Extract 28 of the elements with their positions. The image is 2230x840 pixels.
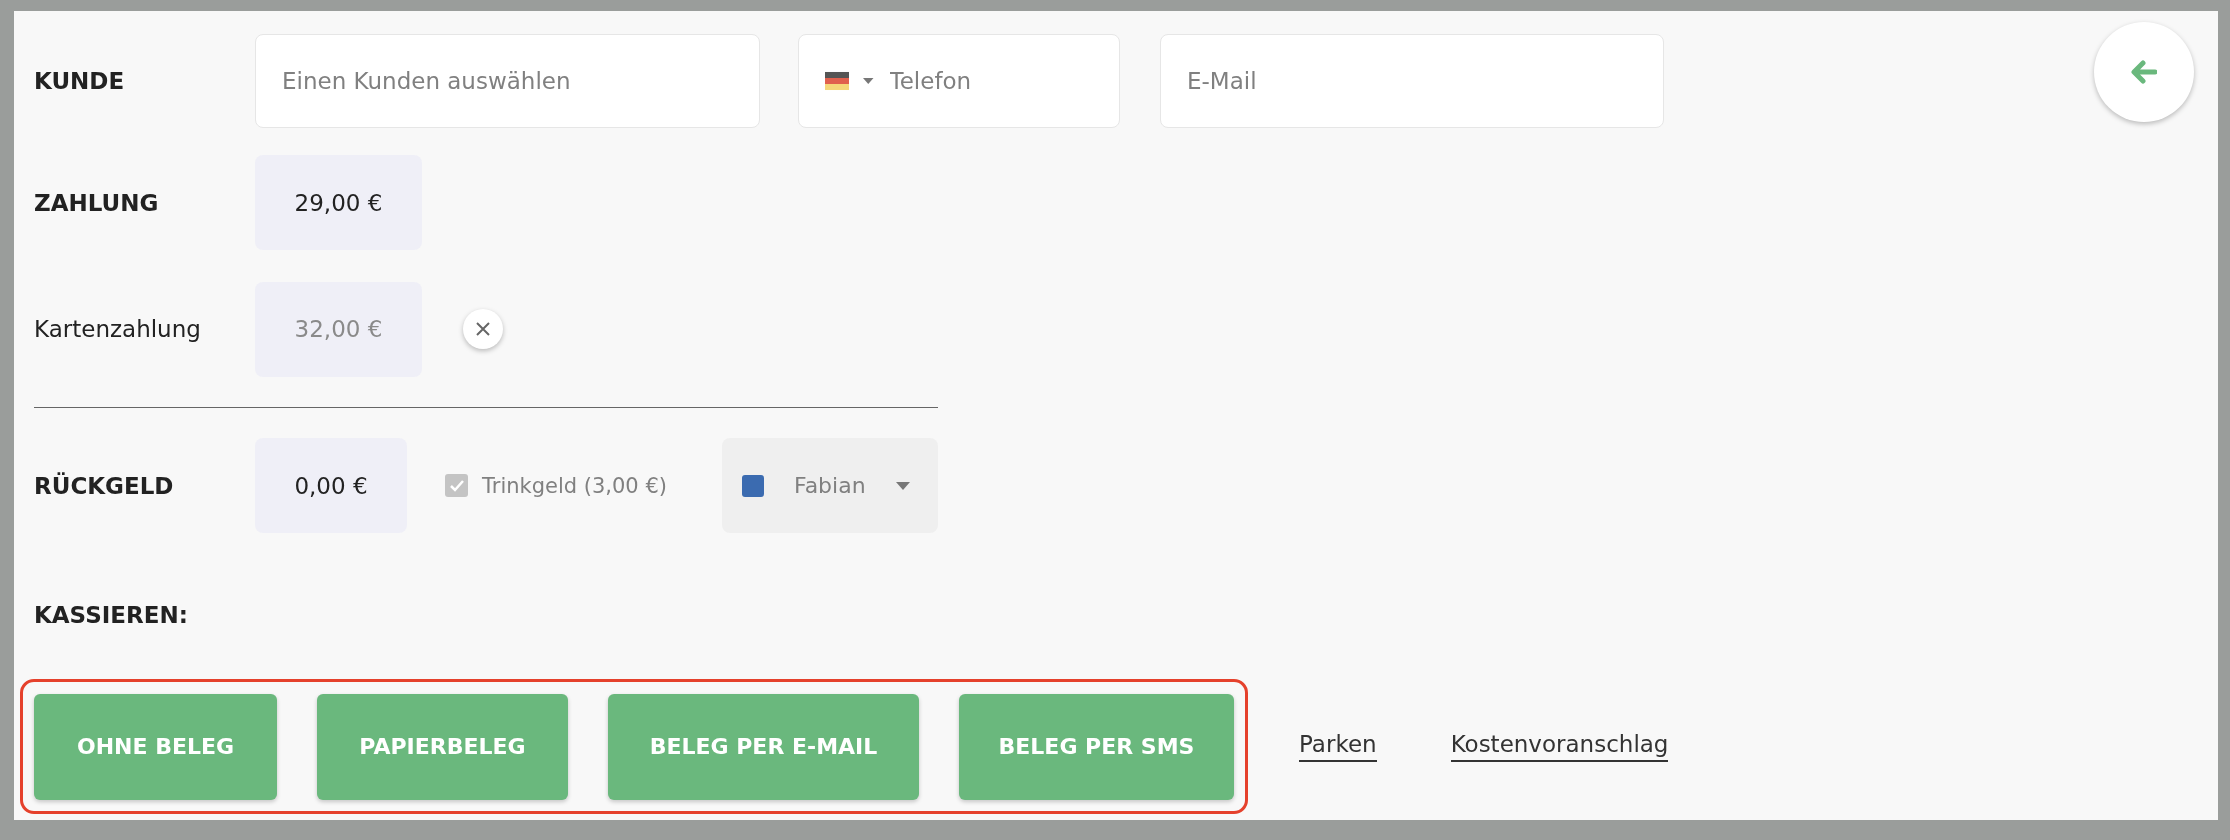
receipt-button[interactable]: OHNE BELEG xyxy=(34,693,277,800)
text-link[interactable]: Parken xyxy=(1299,731,1377,762)
payment-label: ZAHLUNG xyxy=(34,189,160,216)
remove-button[interactable] xyxy=(463,309,503,349)
customer-label: KUNDE xyxy=(34,68,126,94)
staff-select[interactable]: Fabian xyxy=(722,438,938,533)
receipt-button[interactable]: BELEG PER E-MAIL xyxy=(608,693,919,800)
caret-icon xyxy=(863,77,874,85)
change-label: RÜCKGELD xyxy=(34,472,175,499)
tip-checkbox[interactable] xyxy=(445,474,468,497)
phone-field[interactable]: Telefon xyxy=(887,67,1093,95)
arrow-left-icon xyxy=(2131,60,2157,84)
checkout-label: KASSIEREN: xyxy=(34,602,189,628)
caret-icon xyxy=(895,481,910,490)
back-button[interactable] xyxy=(2094,22,2194,122)
change-amount: 0,00 € xyxy=(255,438,407,533)
receipt-button[interactable]: BELEG PER SMS xyxy=(959,693,1234,800)
customer-search-field[interactable]: Einen Kunden auswählen xyxy=(255,34,760,128)
tip-label: Trinkgeld (3,00 €) xyxy=(482,473,668,498)
card-payment-label: Kartenzahlung xyxy=(34,316,202,342)
receipt-button[interactable]: PAPIERBELEG xyxy=(317,693,568,800)
close-icon xyxy=(476,322,490,336)
flag-icon xyxy=(825,69,850,93)
card-payment-amount: 32,00 € xyxy=(255,281,422,377)
check-icon xyxy=(449,479,464,492)
payment-amount: 29,00 € xyxy=(255,155,422,250)
email-field[interactable]: E-Mail xyxy=(1160,34,1664,128)
text-link[interactable]: Kostenvoranschlag xyxy=(1450,731,1669,762)
